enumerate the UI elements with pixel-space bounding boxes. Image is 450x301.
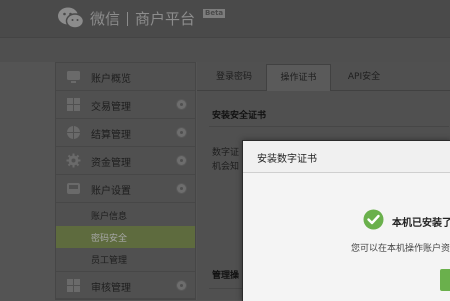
sidebar-item-label: 账户设置	[91, 186, 131, 197]
section-title: 安装安全证书	[212, 111, 267, 121]
header-band	[0, 38, 450, 62]
sidebar-subitem-label: 账户信息	[91, 212, 128, 222]
gear-icon[interactable]	[176, 183, 187, 194]
gear-icon[interactable]	[176, 99, 187, 110]
sidebar-item-funds[interactable]: 资金管理	[56, 147, 195, 175]
section-title: 管理操	[212, 271, 240, 281]
sidebar-item-label: 资金管理	[91, 158, 131, 169]
sidebar-subitem-password-security[interactable]: 密码安全	[56, 226, 195, 248]
grid-icon	[67, 279, 80, 292]
sidebar-item-transactions[interactable]: 交易管理	[56, 91, 195, 119]
tab-operation-certificate[interactable]: 操作证书	[266, 64, 331, 91]
brand-subtitle: 商户平台	[135, 10, 196, 28]
brand-title: 微信 商户平台	[90, 8, 195, 29]
monitor-icon	[67, 71, 80, 83]
sidebar-item-settlement[interactable]: 结算管理	[56, 119, 195, 147]
brand-divider	[127, 11, 129, 26]
top-bar: 微信 商户平台 Beta	[0, 0, 450, 38]
gear-icon[interactable]	[176, 155, 187, 166]
check-circle-icon	[363, 209, 384, 230]
sidebar-item-account-settings[interactable]: 账户设置	[56, 175, 195, 203]
dialog-confirm-button[interactable]	[440, 269, 450, 291]
gear-icon[interactable]	[176, 127, 187, 138]
sidebar-item-review[interactable]: 审核管理	[56, 271, 195, 299]
sidebar-subitem-label: 员工管理	[91, 256, 128, 266]
dialog-subtext: 您可以在本机操作账户资	[351, 244, 450, 254]
globe-icon	[67, 126, 80, 139]
sidebar-subitem-account-info[interactable]: 账户信息	[56, 204, 195, 226]
inbox-icon	[67, 183, 80, 194]
sidebar-item-label: 结算管理	[91, 130, 131, 141]
dialog-header: 安装数字证书	[243, 141, 450, 173]
dialog-title: 安装数字证书	[257, 154, 317, 165]
sidebar-item-account-overview[interactable]: 账户概览	[56, 63, 195, 91]
description-line: 机会知	[212, 162, 240, 172]
sidebar: 账户概览 交易管理 结算管理 资金管理 账户设置 账户信息 密码安全 员工管理 …	[55, 62, 196, 300]
grid-icon	[67, 98, 80, 111]
gear-icon[interactable]	[176, 280, 187, 291]
description-line: 数字证	[212, 148, 240, 158]
wechat-logo-icon	[58, 7, 85, 29]
section-divider	[209, 126, 449, 127]
sidebar-item-label: 账户概览	[91, 74, 131, 85]
cog-icon	[66, 153, 81, 168]
tab-login-password[interactable]: 登录密码	[203, 64, 265, 90]
brand-name: 微信	[90, 10, 121, 28]
tab-api-security[interactable]: API安全	[333, 64, 395, 90]
sidebar-subitem-label: 密码安全	[91, 234, 128, 244]
tab-bar: 登录密码 操作证书 API安全	[197, 62, 450, 91]
beta-badge: Beta	[203, 9, 226, 18]
dialog-message: 本机已安装了	[392, 218, 450, 229]
sidebar-item-label: 审核管理	[91, 283, 131, 294]
sidebar-item-label: 交易管理	[91, 102, 131, 113]
install-certificate-dialog: 安装数字证书 本机已安装了 您可以在本机操作账户资	[242, 140, 450, 301]
section-description: 数字证 机会知	[212, 146, 239, 174]
sidebar-subitem-staff-management[interactable]: 员工管理	[56, 248, 195, 270]
